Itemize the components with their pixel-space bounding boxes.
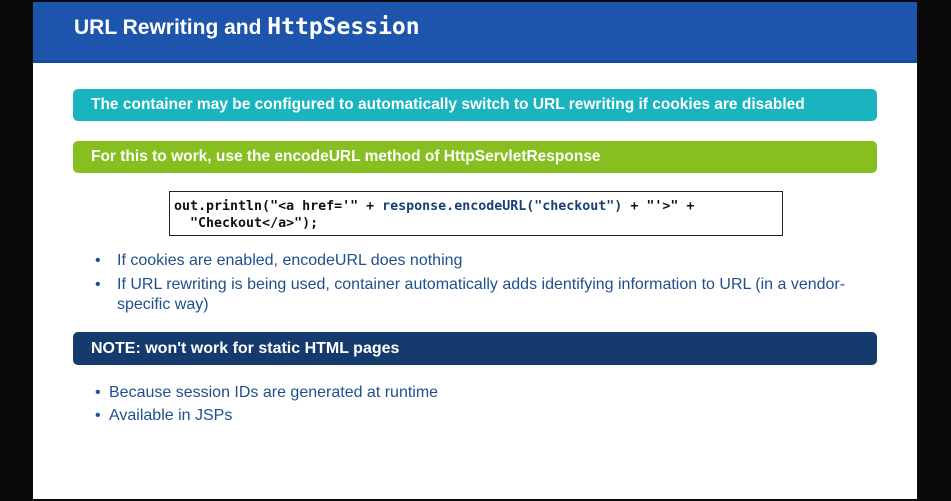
bullet-dot-icon: • [95, 384, 101, 401]
bullet-dot-icon: • [95, 407, 101, 424]
bullet-dot-icon: • [95, 276, 101, 293]
slide-title-code: HttpSession [267, 14, 420, 40]
bullet-text: Available in JSPs [109, 407, 233, 424]
code-line-1-end: + "'>" + [622, 199, 695, 214]
code-snippet: out.println("<a href='" + response.encod… [169, 191, 783, 236]
note-bullet-list: • Because session IDs are generated at ru… [95, 383, 865, 429]
how-to-text: For this to work, use the encodeURL meth… [91, 148, 601, 165]
bullet-text: Because session IDs are generated at run… [109, 384, 439, 401]
bullet-text: If URL rewriting is being used, containe… [117, 276, 846, 313]
code-line-1-start: out.println("<a href='" + [174, 199, 383, 214]
list-item: • If URL rewriting is being used, contain… [95, 275, 865, 315]
how-to-banner: For this to work, use the encodeURL meth… [73, 141, 877, 173]
slide-title-text: URL Rewriting and [74, 16, 268, 39]
list-item: • Available in JSPs [95, 406, 865, 426]
code-line-1-call: response.encodeURL("checkout") [382, 199, 623, 214]
bullet-dot-icon: • [95, 252, 101, 269]
list-item: • If cookies are enabled, encodeURL does … [95, 251, 865, 271]
slide: URL Rewriting and HttpSession The contai… [33, 2, 917, 499]
container-note-banner: The container may be configured to autom… [73, 89, 877, 121]
static-note-banner: NOTE: won't work for static HTML pages [73, 332, 877, 365]
code-line-2: "Checkout</a>"); [174, 216, 319, 231]
code-line-1: out.println("<a href='" + response.encod… [174, 198, 782, 215]
slide-title: URL Rewriting and HttpSession [74, 14, 420, 40]
bullet-text: If cookies are enabled, encodeURL does n… [117, 252, 463, 269]
list-item: • Because session IDs are generated at ru… [95, 383, 865, 403]
title-bar: URL Rewriting and HttpSession [33, 2, 917, 63]
main-bullet-list: • If cookies are enabled, encodeURL does … [95, 251, 865, 319]
container-note-text: The container may be configured to autom… [91, 96, 805, 113]
static-note-text: NOTE: won't work for static HTML pages [91, 339, 400, 357]
